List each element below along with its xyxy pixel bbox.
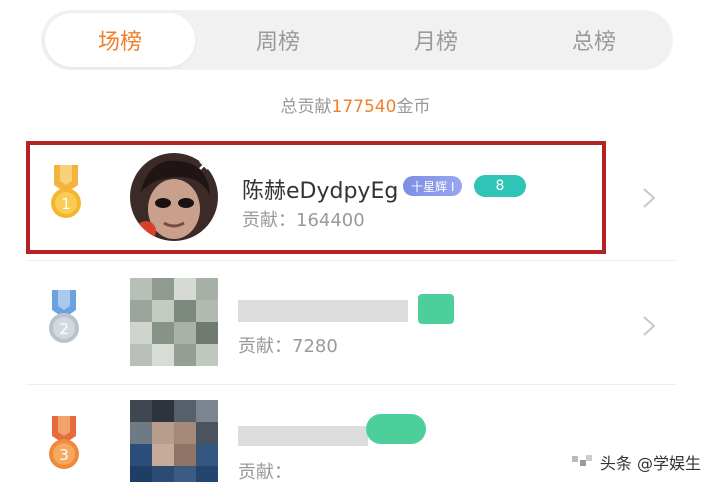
blurred-level-badge: [366, 414, 426, 444]
chevron-right-icon[interactable]: [642, 315, 656, 337]
bronze-medal-icon: 3: [49, 416, 79, 469]
avatar[interactable]: [130, 400, 218, 482]
ranking-tabs: 场榜 周榜 月榜 总榜: [41, 10, 673, 70]
contribution-value: 贡献：164400: [242, 210, 365, 231]
ranking-row-2[interactable]: 2 贡献：7280: [26, 262, 676, 382]
total-contribution: 总贡献177540金币: [0, 92, 711, 117]
star-badge: 十星辉 I: [403, 176, 463, 196]
avatar[interactable]: [130, 278, 218, 366]
total-contribution-amount: 177540: [331, 97, 397, 117]
silver-medal-icon: 2: [49, 290, 79, 343]
blurred-user-name: [238, 300, 408, 322]
user-name: 陈赫eDydpyEg: [242, 179, 399, 204]
level-badge: 8: [474, 175, 526, 197]
tab-monthly-ranking[interactable]: 月榜: [361, 13, 511, 67]
tab-total-ranking[interactable]: 总榜: [519, 13, 669, 67]
svg-text:1: 1: [61, 195, 71, 213]
watermark: 头条 @学娱生: [571, 450, 701, 474]
gold-medal-icon: 1: [51, 165, 81, 218]
row-divider: [26, 384, 676, 385]
row-divider: [26, 260, 676, 261]
blurred-level-badge: [418, 294, 454, 324]
tab-scene-ranking[interactable]: 场榜: [45, 13, 195, 67]
avatar[interactable]: [130, 153, 218, 241]
toutiao-logo-icon: [571, 455, 592, 466]
contribution-value: 贡献：7280: [238, 336, 338, 357]
svg-text:2: 2: [59, 320, 69, 338]
chevron-right-icon[interactable]: [642, 187, 656, 209]
total-contribution-unit: 金币: [396, 97, 431, 117]
watermark-text: 头条 @学娱生: [599, 454, 701, 473]
blurred-user-name: [238, 426, 368, 446]
total-contribution-label: 总贡献: [280, 97, 332, 117]
svg-text:3: 3: [59, 446, 69, 464]
ranking-row-1[interactable]: 1 陈赫eDydpyEg 十星辉 I 8 贡献：164400: [26, 141, 606, 254]
tab-weekly-ranking[interactable]: 周榜: [203, 13, 353, 67]
contribution-value: 贡献：: [238, 462, 292, 483]
